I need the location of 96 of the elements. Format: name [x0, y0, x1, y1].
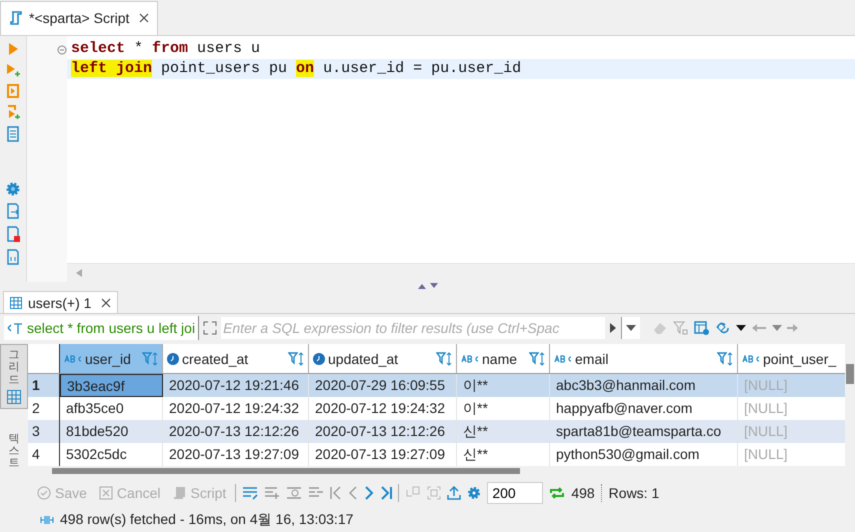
- script-plus-icon[interactable]: [6, 104, 20, 119]
- expand-icon[interactable]: [203, 321, 218, 336]
- scroll-thumb[interactable]: [846, 364, 854, 384]
- sql-keyword: from: [152, 40, 188, 57]
- refresh-icon[interactable]: [549, 486, 566, 500]
- file-icon[interactable]: [6, 248, 20, 265]
- file-error-icon[interactable]: [6, 226, 20, 242]
- last-page-icon[interactable]: [380, 486, 392, 500]
- table-cell: 2020-07-12 19:21:46: [163, 374, 309, 398]
- sql-keyword: left join: [71, 60, 152, 77]
- column-header[interactable]: user_id: [60, 344, 163, 374]
- code-text: *: [133, 40, 144, 57]
- table-cell: 5302c5dc: [60, 443, 163, 466]
- table-cell: 2020-07-13 12:12:26: [163, 420, 309, 444]
- text-type-icon: [64, 354, 82, 363]
- results-tab[interactable]: users(+) 1: [3, 291, 118, 314]
- table-cell: abc3b3@hanmail.com: [550, 374, 738, 398]
- status-text: 498 row(s) fetched - 16ms, on 4월 16, 13:03:17: [60, 511, 354, 530]
- close-icon[interactable]: [101, 298, 112, 308]
- clock-icon: [313, 352, 325, 365]
- history-dropdown[interactable]: [621, 317, 640, 340]
- table-cell: 신**: [457, 420, 550, 444]
- document-icon[interactable]: [6, 126, 20, 142]
- tab-title: users(+) 1: [28, 294, 92, 311]
- view-tab[interactable]: 그리드: [0, 344, 28, 409]
- collapse-icon[interactable]: [57, 44, 67, 55]
- clock-icon: [167, 352, 179, 365]
- add-row-icon[interactable]: [264, 486, 280, 500]
- column-header[interactable]: email: [550, 344, 738, 374]
- code-text: users u: [196, 40, 260, 57]
- close-icon[interactable]: [139, 13, 150, 24]
- view-tab[interactable]: 텍스트: [0, 428, 28, 473]
- cancel-icon: [98, 486, 113, 500]
- table-cell: sparta81b@teamsparta.co: [550, 420, 738, 444]
- column-header[interactable]: created_at: [163, 344, 309, 374]
- copy-row-icon[interactable]: [286, 486, 302, 500]
- text-type-icon: [461, 354, 479, 363]
- settings-icon[interactable]: [467, 486, 482, 500]
- table-cell: 신**: [457, 443, 550, 466]
- table-cell: 2020-07-29 16:09:55: [309, 374, 457, 398]
- first-page-icon[interactable]: [330, 486, 342, 500]
- grid-icon: [7, 390, 21, 404]
- filter-sort-icon[interactable]: [529, 352, 545, 366]
- filter-sort-icon[interactable]: [288, 352, 304, 366]
- play-icon[interactable]: [7, 42, 19, 56]
- sql-icon: [7, 322, 23, 334]
- row-number[interactable]: 3: [28, 420, 60, 444]
- caret-icon[interactable]: [736, 325, 746, 332]
- filter-icon[interactable]: [673, 321, 690, 336]
- edit-rows-icon[interactable]: [242, 486, 258, 500]
- table-cell: 이**: [457, 374, 550, 398]
- scroll-icon: [172, 486, 187, 500]
- splitter-arrows-icon[interactable]: [416, 282, 438, 290]
- tab-title: *<sparta> Script: [29, 10, 130, 26]
- sql-keyword: on: [296, 60, 314, 77]
- scroll-left-icon[interactable]: [75, 268, 83, 278]
- panel-settings-icon[interactable]: [694, 321, 710, 336]
- back-icon[interactable]: [751, 323, 768, 334]
- query-label: select * from users u left joi: [4, 316, 200, 340]
- rows-count: Rows: 1: [608, 485, 660, 502]
- filter-sort-icon[interactable]: [142, 352, 158, 366]
- text-type-icon: [742, 354, 760, 363]
- filter-field[interactable]: Enter a SQL expression to filter results (use Ctrl+Spac: [221, 317, 606, 340]
- table-cell: 2020-07-13 19:27:09: [309, 443, 457, 466]
- scroll-thumb[interactable]: [52, 468, 520, 474]
- row-number[interactable]: 4: [28, 443, 60, 466]
- editor-tab[interactable]: *<sparta> Script: [0, 0, 158, 35]
- filter-sort-icon[interactable]: [436, 352, 452, 366]
- refresh-icon[interactable]: [715, 321, 732, 336]
- play-plus-icon[interactable]: [6, 62, 20, 77]
- table-cell: 2020-07-13 19:27:09: [163, 443, 309, 466]
- upload-icon[interactable]: [447, 486, 462, 500]
- column-header[interactable]: updated_at: [309, 344, 457, 374]
- apply-filter-icon[interactable]: [609, 322, 618, 334]
- code-text: point_users pu: [160, 60, 288, 77]
- script-run-icon[interactable]: [6, 84, 20, 98]
- export-icon[interactable]: [6, 202, 20, 219]
- script-icon: [9, 10, 23, 26]
- table-cell: python530@gmail.com: [550, 443, 738, 466]
- sql-keyword: select: [71, 40, 126, 57]
- total-count: 498: [571, 485, 595, 502]
- next-icon[interactable]: [364, 486, 374, 500]
- table-icon: [10, 296, 22, 309]
- previous-icon[interactable]: [348, 486, 358, 500]
- forward-icon[interactable]: [787, 323, 800, 334]
- table-cell: 3b3eac9f: [60, 374, 163, 398]
- code-text: u.user_id = pu.user_id: [322, 60, 522, 77]
- table-cell: 2020-07-13 12:12:26: [309, 420, 457, 444]
- table-cell: 81bde520: [60, 420, 163, 444]
- column-header[interactable]: name: [457, 344, 550, 374]
- check-icon: [37, 486, 51, 500]
- text-type-icon: [554, 354, 572, 363]
- filter-sort-icon[interactable]: [717, 352, 733, 366]
- caret-icon: [626, 325, 636, 332]
- settings-icon[interactable]: [6, 182, 20, 196]
- fetch-size-field[interactable]: 200: [487, 482, 544, 504]
